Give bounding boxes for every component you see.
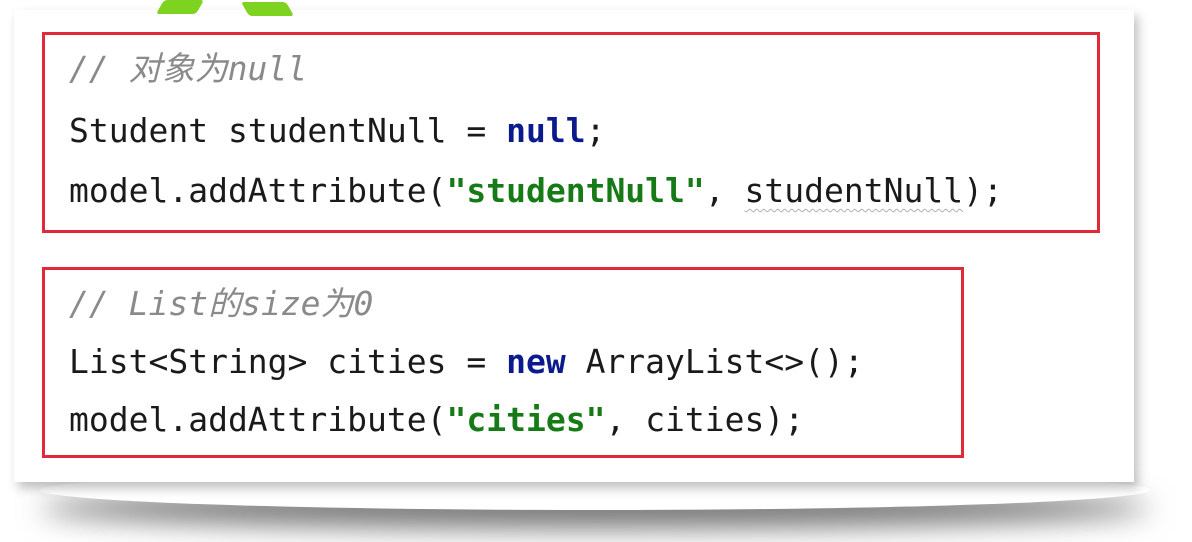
constructor-call: ArrayList<>(); bbox=[565, 342, 864, 381]
type-name: Student bbox=[69, 111, 209, 150]
argument-separator: , bbox=[704, 171, 745, 210]
method-call: model.addAttribute( bbox=[69, 171, 447, 210]
argument-variable: studentNull bbox=[744, 171, 964, 210]
code-line-add-attribute: model.addAttribute("studentNull", studen… bbox=[69, 171, 1003, 211]
assign-operator: = bbox=[466, 111, 487, 150]
semicolon: ; bbox=[585, 111, 606, 150]
code-line-list-declaration: List<String> cities = new ArrayList<>(); bbox=[69, 342, 864, 382]
code-comment: // 对象为null bbox=[69, 49, 308, 88]
new-keyword: new bbox=[506, 342, 566, 381]
call-end: ); bbox=[963, 171, 1003, 210]
watermark-logo bbox=[150, 0, 310, 22]
code-line-declaration: Student studentNull = null; bbox=[69, 111, 605, 151]
declaration-prefix: List<String> cities = bbox=[69, 342, 507, 381]
string-literal: "cities" bbox=[446, 400, 606, 439]
code-block-empty-list: // List的size为0 List<String> cities = new… bbox=[42, 267, 964, 458]
variable-name: studentNull bbox=[227, 111, 447, 150]
call-arguments: , cities); bbox=[605, 400, 805, 439]
code-comment: // List的size为0 bbox=[69, 284, 374, 323]
null-keyword: null bbox=[506, 111, 586, 150]
code-line-add-attribute: model.addAttribute("cities", cities); bbox=[69, 400, 804, 440]
code-block-null-object: // 对象为null Student studentNull = null; m… bbox=[42, 32, 1100, 233]
method-call: model.addAttribute( bbox=[69, 400, 447, 439]
string-literal: "studentNull" bbox=[446, 171, 705, 210]
